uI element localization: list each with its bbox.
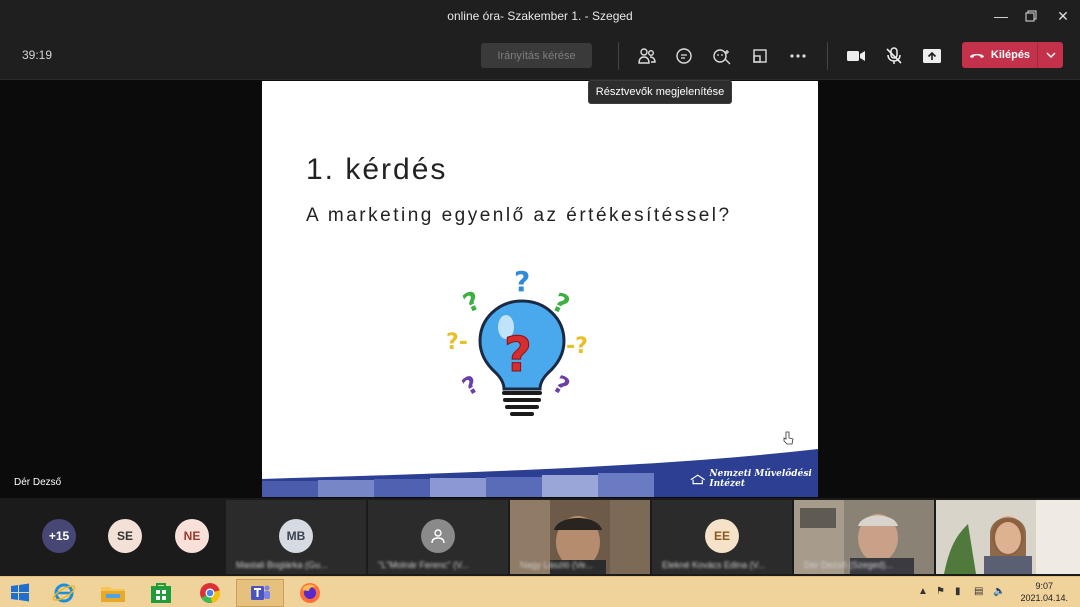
svg-text:?: ? — [548, 370, 574, 401]
participant-tile[interactable]: EE Elekné Kovács Edina (V... — [652, 500, 792, 574]
teams-taskbar-button[interactable] — [236, 579, 284, 607]
presenter-name: Dér Dezső — [14, 477, 62, 488]
footer-logo: Nemzeti Művelődési Intézet — [690, 469, 818, 489]
chrome-icon[interactable] — [190, 579, 230, 607]
svg-text:?: ? — [514, 265, 530, 298]
windows-start-icon[interactable] — [0, 579, 40, 607]
participants-icon[interactable] — [634, 43, 660, 69]
svg-text:?: ? — [458, 370, 484, 401]
participant-name: Mastali Boglárka (Gu... — [236, 560, 328, 570]
more-options-icon[interactable] — [785, 43, 811, 69]
participant-tile[interactable]: MB Mastali Boglárka (Gu... — [226, 500, 366, 574]
slide-subtitle: A marketing egyenlő az értékesítéssel? — [306, 205, 732, 226]
participant-gallery: +15 SE NE MB Mastali Boglárka (Gu... "L"… — [0, 498, 1080, 576]
mic-off-icon[interactable] — [881, 43, 907, 69]
participant-name: "L"Molnár Ferenc" (V... — [378, 560, 469, 570]
hang-up-icon — [969, 54, 984, 58]
slide-title: 1. kérdés — [306, 153, 448, 186]
leave-label: Kilépés — [990, 49, 1031, 61]
video-feed — [936, 500, 1080, 574]
person-icon — [421, 519, 455, 553]
svg-text:?-: ?- — [446, 330, 468, 355]
tooltip: Résztvevők megjelenítése — [588, 80, 732, 104]
windows-taskbar: ▲ ⚑ ▮ ▤ 🔈 9:07 2021.04.14. — [0, 576, 1080, 607]
svg-text:-?: -? — [566, 334, 588, 359]
leave-main[interactable]: Kilépés — [962, 42, 1037, 68]
avatar[interactable]: SE — [108, 519, 142, 553]
participant-video-tile[interactable]: Nagy László (Ve... — [510, 500, 650, 574]
title-bar: online óra- Szakember 1. - Szeged — ✕ — [0, 0, 1080, 32]
restore-icon[interactable] — [1014, 0, 1048, 32]
chat-icon[interactable] — [671, 43, 697, 69]
participant-tile[interactable]: "L"Molnár Ferenc" (V... — [368, 500, 508, 574]
network-icon[interactable]: ▤ — [974, 586, 983, 597]
close-icon[interactable]: ✕ — [1046, 0, 1080, 32]
leave-button[interactable]: Kilépés — [962, 42, 1063, 68]
power-icon[interactable]: ▮ — [955, 586, 961, 597]
svg-text:?: ? — [504, 327, 532, 383]
teams-icon — [251, 585, 270, 600]
internet-explorer-icon[interactable] — [44, 579, 84, 607]
avatar: MB — [279, 519, 313, 553]
flag-icon[interactable]: ⚑ — [936, 586, 945, 597]
tray-overflow-icon[interactable]: ▲ — [918, 586, 928, 597]
camera-icon[interactable] — [843, 43, 869, 69]
avatar: EE — [705, 519, 739, 553]
window-title: online óra- Szakember 1. - Szeged — [447, 9, 633, 23]
request-control-button[interactable]: Irányítás kérése — [481, 43, 592, 68]
divider — [827, 42, 828, 70]
clock-time: 9:07 — [1035, 581, 1053, 591]
divider — [618, 42, 619, 70]
participant-name: Dér Dezső (Szeged)... — [804, 560, 894, 570]
minimize-icon[interactable]: — — [984, 0, 1018, 32]
chevron-down-icon[interactable] — [1037, 42, 1063, 68]
institute-logo-icon — [690, 474, 705, 485]
overflow-participants-button[interactable]: +15 — [42, 519, 76, 553]
avatar[interactable]: NE — [175, 519, 209, 553]
store-icon[interactable] — [141, 579, 181, 607]
participant-name: Elekné Kovács Edina (V... — [662, 560, 766, 570]
participant-name: Nagy László (Ve... — [520, 560, 594, 570]
clock-date: 2021.04.14. — [1020, 593, 1068, 603]
question-lightbulb-icon: ? ? ? ?- -? ? ? ? — [446, 265, 588, 416]
cursor-hand-icon — [783, 431, 794, 445]
meeting-toolbar: 39:19 Irányítás kérése Kilépés — [0, 32, 1080, 80]
presentation-slide: 1. kérdés A marketing egyenlő az értékes… — [262, 81, 818, 497]
file-explorer-icon[interactable] — [93, 579, 133, 607]
volume-icon[interactable]: 🔈 — [993, 586, 1005, 597]
footer-logo-text: Nemzeti Művelődési Intézet — [709, 469, 812, 489]
participant-video-tile[interactable]: Dér Dezső (Szeged)... — [794, 500, 934, 574]
participant-video-tile[interactable] — [936, 500, 1080, 574]
meeting-timer: 39:19 — [22, 48, 53, 62]
system-clock[interactable]: 9:07 2021.04.14. — [1020, 580, 1068, 604]
rooms-icon[interactable] — [747, 43, 773, 69]
firefox-icon[interactable] — [288, 579, 332, 607]
share-screen-icon[interactable] — [919, 43, 945, 69]
svg-text:?: ? — [459, 286, 485, 320]
reactions-icon[interactable] — [709, 43, 735, 69]
